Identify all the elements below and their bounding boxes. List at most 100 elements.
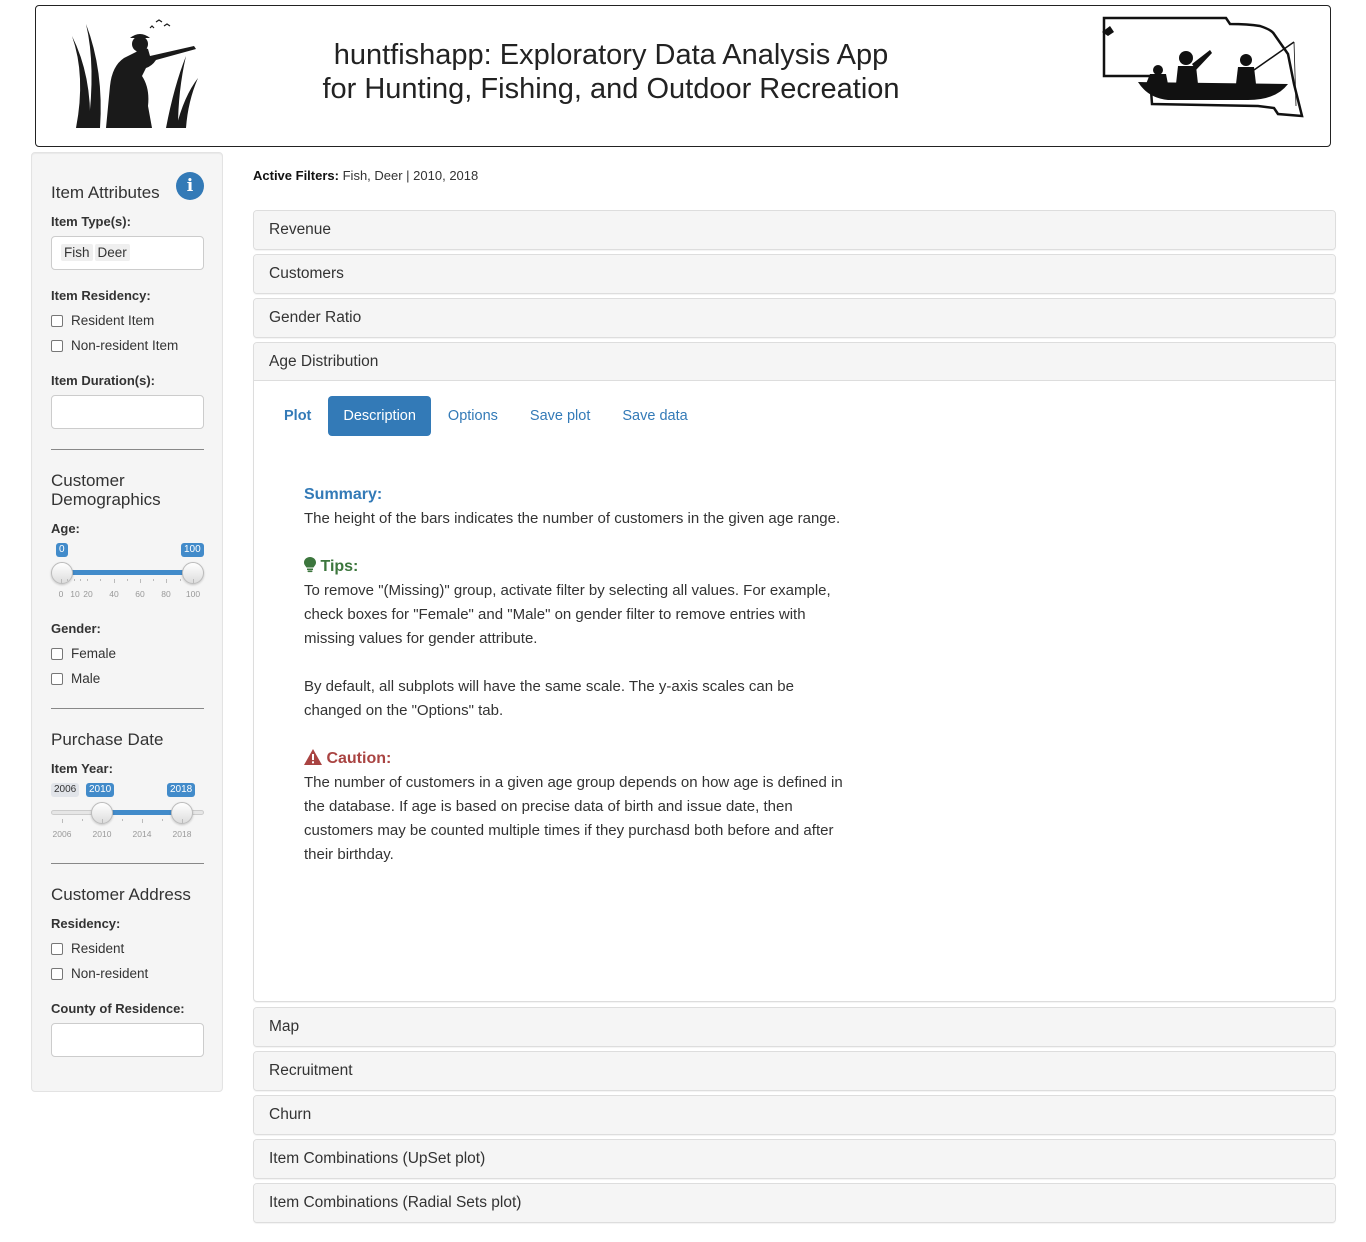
slider-tick bbox=[166, 579, 167, 583]
resident-label: Resident bbox=[71, 941, 125, 956]
slider-tick bbox=[122, 819, 123, 821]
active-filters: Active Filters: Fish, Deer | 2010, 2018 bbox=[253, 168, 478, 183]
active-filters-label: Active Filters: bbox=[253, 168, 339, 183]
age-label: Age: bbox=[51, 521, 80, 536]
tips-heading: Tips: bbox=[320, 558, 359, 575]
year-tick-label: 2006 bbox=[52, 829, 72, 839]
age-distribution-tabs: Plot Description Options Save plot Save … bbox=[269, 396, 705, 436]
panel-heading-churn[interactable]: Churn bbox=[254, 1096, 1335, 1134]
filter-sidebar: Item Attributes i Item Type(s): Fish Deer… bbox=[31, 152, 223, 1092]
panel-heading-recruitment[interactable]: Recruitment bbox=[254, 1052, 1335, 1090]
nonresident-checkbox[interactable]: Non-resident bbox=[51, 966, 148, 981]
checkbox-box[interactable] bbox=[51, 967, 63, 980]
caution-heading-row: Caution: bbox=[304, 747, 854, 771]
panel-gender-ratio: Gender Ratio bbox=[253, 298, 1336, 338]
tab-description[interactable]: Description bbox=[328, 396, 431, 436]
info-circle-icon[interactable]: i bbox=[176, 172, 204, 200]
year-to-value: 2018 bbox=[167, 783, 196, 797]
resident-item-label: Resident Item bbox=[71, 313, 155, 328]
caution-text: The number of customers in a given age g… bbox=[304, 774, 843, 863]
summary-text: The height of the bars indicates the num… bbox=[304, 510, 841, 527]
checkbox-box[interactable] bbox=[51, 314, 63, 327]
tab-save-data[interactable]: Save data bbox=[607, 396, 702, 436]
year-range-min-value: 2006 bbox=[51, 783, 80, 797]
panel-heading-map[interactable]: Map bbox=[254, 1008, 1335, 1046]
item-types-label: Item Type(s): bbox=[51, 214, 131, 229]
checkbox-box[interactable] bbox=[51, 942, 63, 955]
age-min-handle[interactable] bbox=[51, 562, 73, 584]
panel-heading-gender-ratio[interactable]: Gender Ratio bbox=[254, 299, 1335, 337]
residency-label: Residency: bbox=[51, 916, 121, 931]
year-tick-label: 2014 bbox=[132, 829, 152, 839]
slider-tick bbox=[62, 819, 63, 823]
description-content: Summary: The height of the bars indicate… bbox=[304, 483, 854, 867]
county-select[interactable] bbox=[51, 1023, 204, 1057]
panel-heading-revenue[interactable]: Revenue bbox=[254, 211, 1335, 249]
year-tick-label: 2010 bbox=[92, 829, 112, 839]
panel-revenue: Revenue bbox=[253, 210, 1336, 250]
slider-tick bbox=[162, 819, 163, 821]
age-tick-label: 100 bbox=[185, 589, 201, 599]
tab-options[interactable]: Options bbox=[433, 396, 513, 436]
item-type-tag[interactable]: Deer bbox=[94, 244, 130, 261]
age-tick-label: 10 bbox=[70, 589, 80, 599]
app-title: huntfishapp: Exploratory Data Analysis A… bbox=[236, 38, 986, 106]
item-types-select[interactable]: Fish Deer bbox=[51, 236, 204, 270]
year-from-value: 2010 bbox=[86, 783, 115, 797]
warning-triangle-icon bbox=[304, 749, 322, 765]
slider-tick bbox=[180, 579, 181, 581]
customer-address-heading: Customer Address bbox=[51, 885, 191, 904]
summary-heading: Summary: bbox=[304, 486, 383, 503]
nonresident-label: Non-resident bbox=[71, 966, 149, 981]
item-type-tag[interactable]: Fish bbox=[61, 244, 93, 261]
tab-save-plot[interactable]: Save plot bbox=[515, 396, 605, 436]
panel-heading-age-distribution[interactable]: Age Distribution bbox=[254, 343, 1335, 381]
item-duration-select[interactable] bbox=[51, 395, 204, 429]
slider-tick bbox=[153, 579, 154, 581]
tips-text-1: To remove "(Missing)" group, activate fi… bbox=[304, 582, 831, 647]
caution-heading: Caution: bbox=[326, 750, 392, 767]
active-filters-value: Fish, Deer | 2010, 2018 bbox=[342, 168, 479, 183]
female-label: Female bbox=[71, 646, 117, 661]
tab-plot[interactable]: Plot bbox=[269, 396, 326, 436]
panel-heading-customers[interactable]: Customers bbox=[254, 255, 1335, 293]
divider bbox=[51, 863, 204, 864]
panel-heading-upset[interactable]: Item Combinations (UpSet plot) bbox=[254, 1140, 1335, 1178]
resident-item-checkbox[interactable]: Resident Item bbox=[51, 313, 154, 328]
lightbulb-icon bbox=[304, 557, 316, 573]
female-checkbox[interactable]: Female bbox=[51, 646, 116, 661]
item-residency-label: Item Residency: bbox=[51, 288, 151, 303]
checkbox-box[interactable] bbox=[51, 672, 63, 685]
nonresident-item-checkbox[interactable]: Non-resident Item bbox=[51, 338, 178, 353]
item-year-slider[interactable]: 2006 2010 2018 2006 2010 2014 2018 bbox=[51, 783, 204, 843]
slider-tick bbox=[102, 819, 103, 823]
hunter-logo-icon bbox=[72, 19, 198, 128]
slider-tick bbox=[61, 579, 62, 583]
slider-tick bbox=[82, 819, 83, 821]
age-tick-label: 40 bbox=[109, 589, 119, 599]
app-header: huntfishapp: Exploratory Data Analysis A… bbox=[35, 5, 1331, 147]
resident-checkbox[interactable]: Resident bbox=[51, 941, 124, 956]
checkbox-box[interactable] bbox=[51, 647, 63, 660]
year-tick-label: 2018 bbox=[172, 829, 192, 839]
panel-heading-radial-sets[interactable]: Item Combinations (Radial Sets plot) bbox=[254, 1184, 1335, 1222]
slider-tick bbox=[67, 579, 68, 581]
male-checkbox[interactable]: Male bbox=[51, 671, 100, 686]
panel-radial-sets: Item Combinations (Radial Sets plot) bbox=[253, 1183, 1336, 1223]
divider bbox=[51, 449, 204, 450]
app-title-line1: huntfishapp: Exploratory Data Analysis A… bbox=[333, 39, 889, 71]
gender-label: Gender: bbox=[51, 621, 101, 636]
age-slider[interactable]: 0 100 0 10 20 40 60 80 100 bbox=[51, 543, 204, 603]
panel-age-distribution: Age Distribution Plot Description Option… bbox=[253, 342, 1336, 1002]
age-tick-label: 60 bbox=[135, 589, 145, 599]
checkbox-box[interactable] bbox=[51, 339, 63, 352]
tips-heading-row: Tips: bbox=[304, 555, 854, 579]
age-tick-label: 0 bbox=[58, 589, 64, 599]
panel-churn: Churn bbox=[253, 1095, 1336, 1135]
slider-tick bbox=[114, 579, 115, 583]
nebraska-boat-logo-icon bbox=[1102, 16, 1304, 118]
tips-text-2: By default, all subplots will have the s… bbox=[304, 678, 794, 719]
item-duration-label: Item Duration(s): bbox=[51, 373, 155, 388]
slider-tick bbox=[127, 579, 128, 581]
slider-tick bbox=[140, 579, 141, 583]
